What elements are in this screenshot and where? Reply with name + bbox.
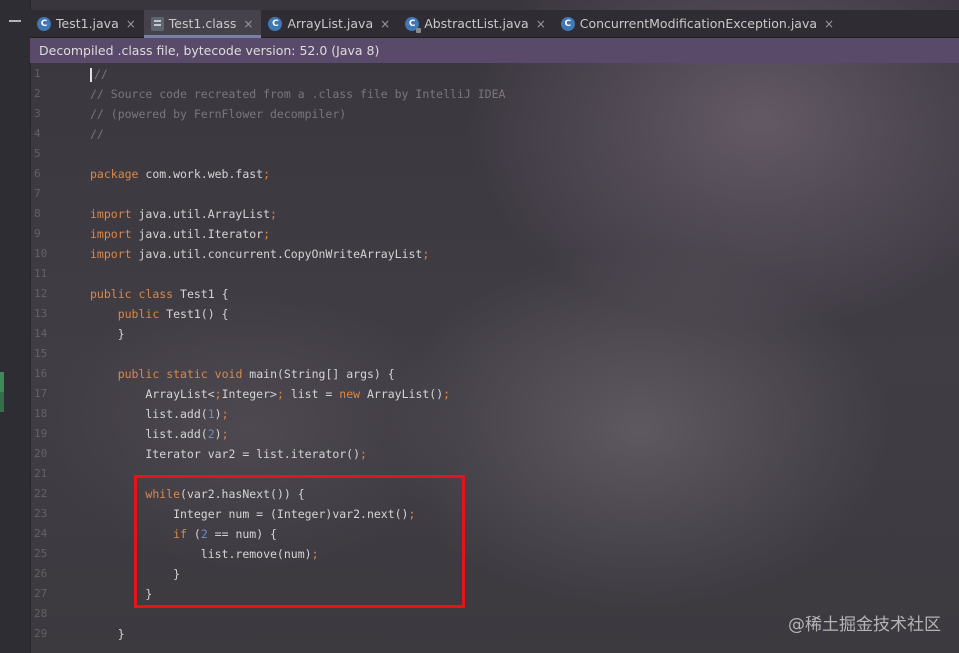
line-number: 24 (34, 527, 48, 540)
code-line[interactable]: list.add(2); (90, 424, 505, 444)
line-number: 9 (34, 227, 41, 240)
line-number: 18 (34, 407, 48, 420)
close-icon[interactable]: × (536, 17, 546, 31)
code-line[interactable]: public Test1() { (90, 304, 505, 324)
line-number: 8 (34, 207, 41, 220)
tool-window-rail (0, 0, 31, 653)
line-number: 19 (34, 427, 48, 440)
java-class-icon: C (37, 16, 51, 31)
line-number: 11 (34, 267, 48, 280)
code-line[interactable]: } (90, 624, 505, 644)
tab-arraylist-java[interactable]: C ArrayList.java × (261, 10, 398, 37)
tab-test1-class[interactable]: Test1.class × (143, 10, 262, 38)
close-icon[interactable]: × (243, 17, 253, 31)
code-line[interactable]: list.add(1); (90, 404, 505, 424)
watermark: @稀土掘金技术社区 (788, 615, 941, 635)
code-line[interactable]: // (90, 124, 505, 144)
tab-label: Test1.java (56, 16, 119, 31)
code-line[interactable]: // Source code recreated from a .class f… (90, 84, 505, 104)
line-number: 10 (34, 247, 48, 260)
tab-label: ArrayList.java (287, 16, 374, 31)
line-number: 28 (34, 607, 48, 620)
java-class-icon: C (560, 16, 575, 31)
tab-test1-java[interactable]: C Test1.java × (30, 10, 144, 37)
line-number: 6 (34, 167, 41, 180)
close-icon[interactable]: × (380, 17, 390, 31)
tab-concurrentmodificationexception-java[interactable]: C ConcurrentModificationException.java × (554, 10, 842, 37)
code-line[interactable]: import java.util.ArrayList; (90, 204, 505, 224)
code-line[interactable]: public static void main(String[] args) { (90, 364, 505, 384)
line-number: 29 (34, 627, 48, 640)
class-file-icon (150, 16, 164, 31)
line-number: 4 (34, 127, 41, 140)
change-marker (0, 372, 4, 392)
text-caret (90, 67, 92, 82)
line-number: 12 (34, 287, 48, 300)
change-marker (0, 392, 4, 412)
tab-label: AbstractList.java (424, 16, 529, 31)
line-number: 14 (34, 327, 48, 340)
line-number: 15 (34, 347, 48, 360)
line-number: 21 (34, 467, 48, 480)
line-number: 3 (34, 107, 41, 120)
abstract-class-icon: C (405, 16, 422, 33)
code-line[interactable]: public class Test1 { (90, 284, 505, 304)
highlight-box (134, 475, 465, 608)
line-number: 26 (34, 567, 48, 580)
line-number: 5 (34, 147, 41, 160)
code-line[interactable]: Iterator var2 = list.iterator(); (90, 444, 505, 464)
code-line[interactable]: import java.util.concurrent.CopyOnWriteA… (90, 244, 505, 264)
code-line[interactable]: } (90, 324, 505, 344)
code-line[interactable]: // (powered by FernFlower decompiler) (90, 104, 505, 124)
line-number: 13 (34, 307, 48, 320)
code-line[interactable] (90, 264, 505, 284)
minimize-icon[interactable] (9, 20, 21, 22)
editor-tab-bar: C Test1.java × Test1.class × C ArrayList.java ×… (30, 10, 959, 38)
line-number: 16 (34, 367, 48, 380)
line-number: 22 (34, 487, 48, 500)
tab-label: ConcurrentModificationException.java (579, 16, 818, 31)
line-number: 20 (34, 447, 48, 460)
code-line[interactable]: ArrayList<;Integer>; list = new ArrayLis… (90, 384, 505, 404)
close-icon[interactable]: × (126, 17, 136, 31)
line-number: 25 (34, 547, 48, 560)
code-line[interactable] (90, 344, 505, 364)
line-number: 2 (34, 87, 41, 100)
code-line[interactable]: import java.util.Iterator; (90, 224, 505, 244)
line-number: 7 (34, 187, 41, 200)
code-line[interactable]: // (90, 64, 505, 84)
code-line[interactable] (90, 144, 505, 164)
java-class-icon: C (268, 16, 283, 31)
line-number: 23 (34, 507, 48, 520)
line-number: 27 (34, 587, 48, 600)
code-line[interactable]: package com.work.web.fast; (90, 164, 505, 184)
tab-abstractlist-java[interactable]: C AbstractList.java × (398, 10, 554, 37)
tab-label: Test1.class (168, 16, 237, 31)
decompiled-banner: Decompiled .class file, bytecode version… (30, 38, 959, 63)
close-icon[interactable]: × (824, 17, 834, 31)
code-line[interactable] (90, 184, 505, 204)
line-number: 1 (34, 67, 41, 80)
line-number-gutter: 1 2 3 4 5 6 7 8 9 10 11 12 13 14 15 16 17 18 19 20 21 22 23 24 2… (30, 64, 70, 644)
line-number: 17 (34, 387, 48, 400)
